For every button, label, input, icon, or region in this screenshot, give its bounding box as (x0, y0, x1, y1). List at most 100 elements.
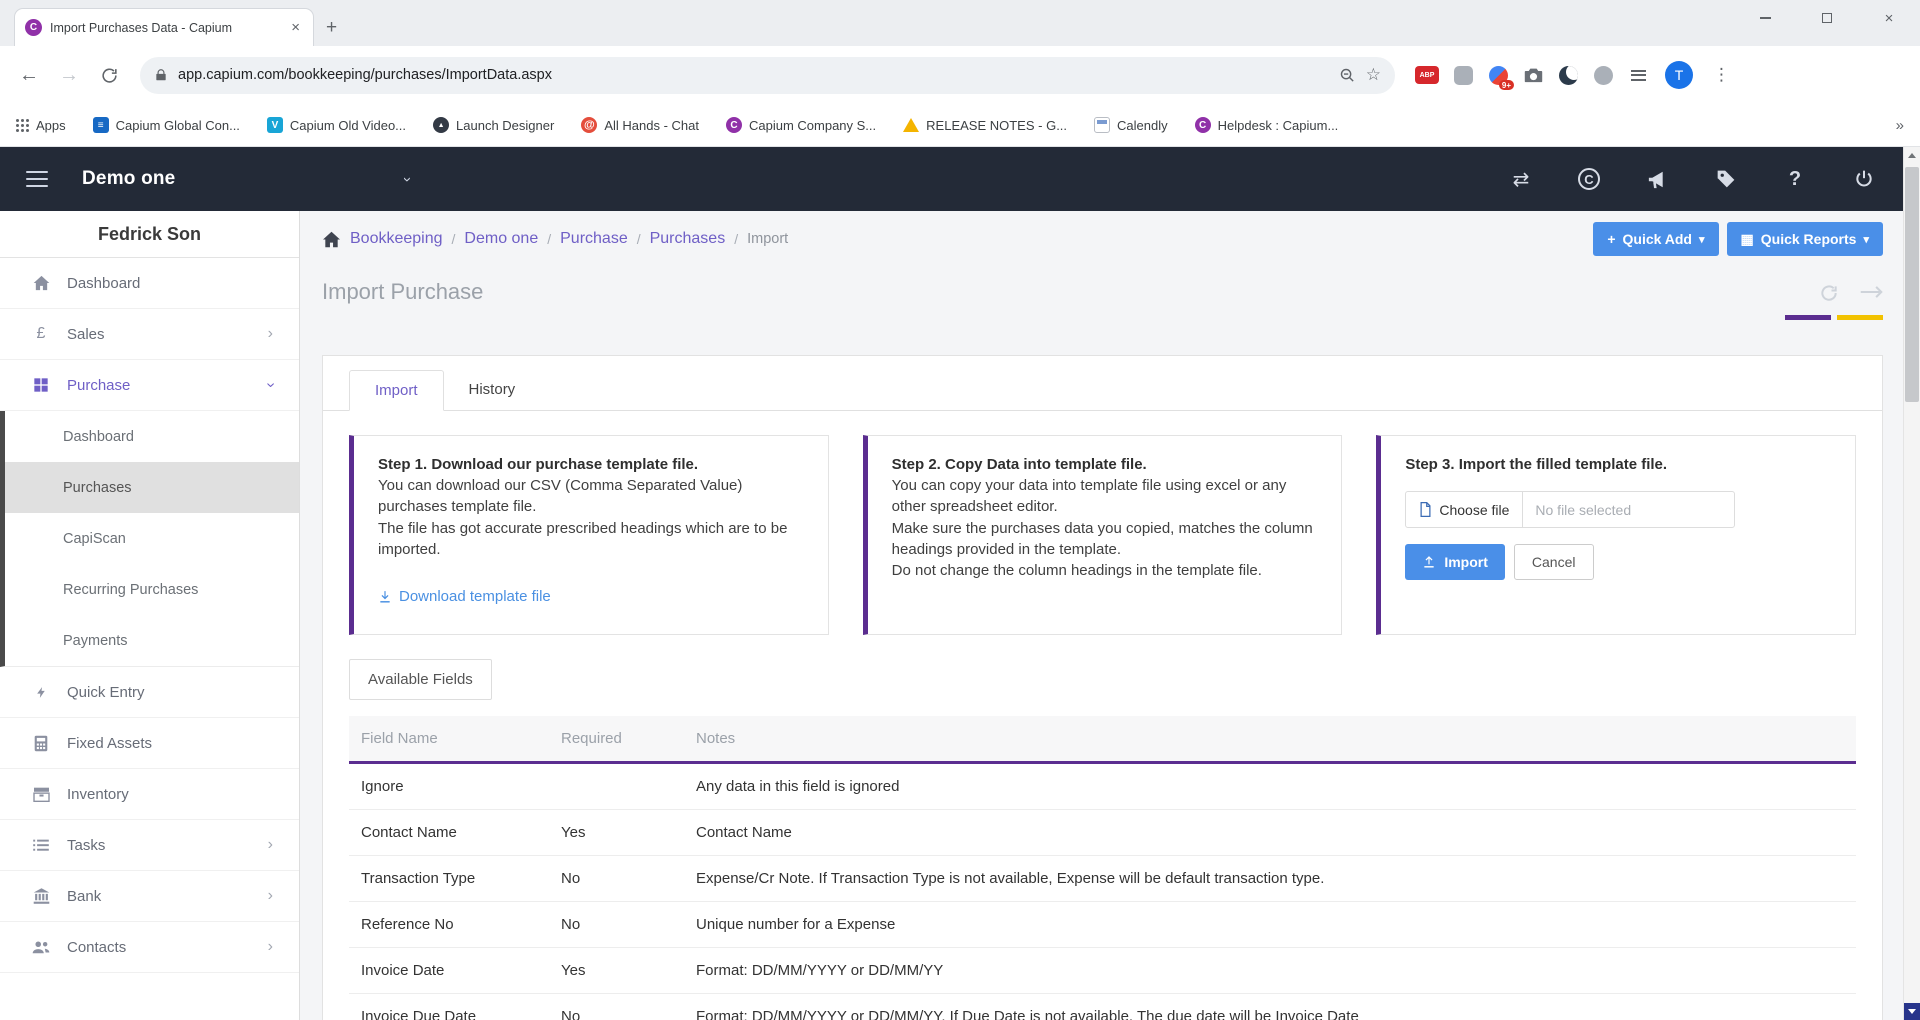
new-tab-button[interactable]: + (326, 17, 337, 39)
company-name[interactable]: Demo one (82, 168, 175, 190)
announcements-icon[interactable] (1645, 167, 1669, 191)
quick-add-button[interactable]: + Quick Add ▾ (1593, 222, 1719, 256)
crescent-icon (1558, 65, 1578, 85)
lock-icon (156, 69, 166, 81)
cell-field-name: Invoice Date (349, 947, 549, 994)
capium-logo-icon[interactable]: C (1578, 168, 1600, 190)
profile-avatar[interactable]: T (1665, 61, 1693, 89)
cell-field-name: Invoice Due Date (349, 993, 549, 1020)
sidebar-item-sales[interactable]: £ Sales › (0, 309, 299, 360)
submenu-item-dashboard[interactable]: Dashboard (5, 411, 299, 462)
scrollbar-down-arrow[interactable] (1904, 1003, 1920, 1020)
breadcrumb-link-purchase[interactable]: Purchase (560, 230, 628, 248)
submenu-item-purchases[interactable]: Purchases (5, 462, 299, 513)
sidebar-item-inventory[interactable]: Inventory (0, 769, 299, 820)
logout-power-icon[interactable] (1852, 167, 1876, 191)
list-icon (30, 839, 52, 852)
download-template-link[interactable]: Download template file (378, 588, 804, 605)
cell-required: Yes (549, 809, 684, 856)
help-icon[interactable]: ? (1783, 167, 1807, 191)
url-text[interactable]: app.capium.com/bookkeeping/purchases/Imp… (178, 67, 1329, 83)
extension-icon[interactable] (1452, 64, 1474, 86)
sync-icon[interactable] (1819, 283, 1839, 303)
reading-list-icon[interactable] (1627, 64, 1649, 86)
cell-notes: Contact Name (684, 809, 1856, 856)
table-row: Contact Name Yes Contact Name (349, 809, 1856, 856)
purchase-submenu: Dashboard Purchases CapiScan Recurring P… (0, 411, 299, 667)
address-bar[interactable]: app.capium.com/bookkeeping/purchases/Imp… (140, 56, 1395, 94)
sidebar-item-purchase[interactable]: Purchase › (0, 360, 299, 411)
forward-button[interactable]: → (52, 58, 86, 92)
bookmark-apps[interactable]: Apps (16, 118, 66, 133)
quick-add-label: Quick Add (1622, 231, 1693, 247)
bookmark-helpdesk[interactable]: C Helpdesk : Capium... (1194, 117, 1338, 133)
sidebar-item-fixed-assets[interactable]: Fixed Assets (0, 718, 299, 769)
expand-arrow-icon[interactable] (1859, 283, 1883, 301)
apps-grid-icon (16, 118, 29, 132)
extension-icon-2[interactable] (1592, 64, 1614, 86)
chevron-down-icon: › (262, 382, 280, 388)
choose-file-button[interactable]: Choose file (1406, 492, 1524, 527)
company-chevron-icon[interactable]: › (399, 177, 416, 182)
window-minimize-button[interactable] (1734, 0, 1796, 36)
tab-import[interactable]: Import (349, 370, 444, 411)
bookmark-label: Calendly (1117, 117, 1168, 133)
zoom-icon[interactable] (1339, 67, 1356, 84)
bookmark-capium-company[interactable]: C Capium Company S... (725, 117, 876, 133)
step3-title: Step 3. Import the filled template file. (1405, 456, 1668, 473)
sidebar-item-quick-entry[interactable]: Quick Entry (0, 667, 299, 718)
quick-reports-button[interactable]: ▦ Quick Reports ▾ (1726, 222, 1883, 256)
window-close-button[interactable]: × (1858, 0, 1920, 36)
sidebar-item-tasks[interactable]: Tasks › (0, 820, 299, 871)
bookmark-all-hands[interactable]: @ All Hands - Chat (581, 117, 699, 133)
cell-field-name: Transaction Type (349, 855, 549, 902)
back-button[interactable]: ← (12, 58, 46, 92)
breadcrumb-home-icon[interactable] (322, 231, 341, 248)
refresh-button[interactable] (92, 58, 126, 92)
darkmode-extension-icon[interactable] (1557, 64, 1579, 86)
breadcrumb-link-purchases[interactable]: Purchases (650, 230, 726, 248)
transfer-icon[interactable]: ⇄ (1509, 167, 1533, 191)
bookmark-capium-global[interactable]: ≡ Capium Global Con... (92, 117, 240, 133)
tab-history[interactable]: History (444, 370, 541, 410)
import-button[interactable]: Import (1405, 544, 1505, 580)
bookmark-favicon: ▲ (433, 117, 450, 133)
scrollbar-thumb[interactable] (1905, 167, 1919, 402)
page-scrollbar[interactable] (1903, 147, 1920, 1020)
sidebar-item-dashboard[interactable]: Dashboard (0, 258, 299, 309)
breadcrumb: Bookkeeping / Demo one / Purchase / Purc… (322, 230, 788, 248)
browser-tab[interactable]: C Import Purchases Data - Capium × (14, 8, 314, 46)
notification-extension-icon[interactable]: 9+ (1487, 64, 1514, 90)
scrollbar-up-arrow[interactable] (1904, 147, 1920, 164)
available-fields-tab[interactable]: Available Fields (349, 659, 492, 700)
submenu-item-recurring-purchases[interactable]: Recurring Purchases (5, 564, 299, 615)
breadcrumb-link-demo-one[interactable]: Demo one (464, 230, 538, 248)
bookmark-favicon: @ (581, 117, 598, 133)
breadcrumb-link-bookkeeping[interactable]: Bookkeeping (350, 230, 443, 248)
screenshot-extension-icon[interactable] (1522, 64, 1544, 86)
browser-menu-icon[interactable]: ⋮ (1707, 65, 1736, 85)
bookmark-star-icon[interactable]: ☆ (1366, 65, 1381, 85)
chevron-right-icon: › (267, 887, 273, 904)
submenu-item-capiscan[interactable]: CapiScan (5, 513, 299, 564)
bookmark-calendly[interactable]: Calendly (1094, 117, 1168, 133)
adblock-extension-icon[interactable]: ABP (1415, 66, 1439, 84)
file-input[interactable]: Choose file No file selected (1405, 491, 1736, 528)
bookmark-launch-designer[interactable]: ▲ Launch Designer (433, 117, 554, 133)
cell-required (549, 762, 684, 810)
sidebar-item-bank[interactable]: Bank › (0, 871, 299, 922)
tag-icon[interactable] (1714, 167, 1738, 191)
tab-close-icon[interactable]: × (288, 19, 303, 36)
submenu-item-payments[interactable]: Payments (5, 615, 299, 666)
pound-icon: £ (36, 325, 46, 342)
bookmark-capium-video[interactable]: V Capium Old Video... (266, 117, 406, 133)
bookmark-label: Apps (36, 117, 66, 133)
sidebar-item-contacts[interactable]: Contacts › (0, 922, 299, 973)
bookmark-release-notes[interactable]: RELEASE NOTES - G... (903, 118, 1067, 133)
lightning-icon (30, 684, 52, 701)
bookmarks-overflow-icon[interactable]: » (1896, 117, 1904, 134)
tab-title: Import Purchases Data - Capium (50, 20, 233, 35)
window-maximize-button[interactable] (1796, 0, 1858, 36)
cancel-button[interactable]: Cancel (1513, 544, 1594, 580)
hamburger-menu-icon[interactable] (26, 166, 48, 192)
